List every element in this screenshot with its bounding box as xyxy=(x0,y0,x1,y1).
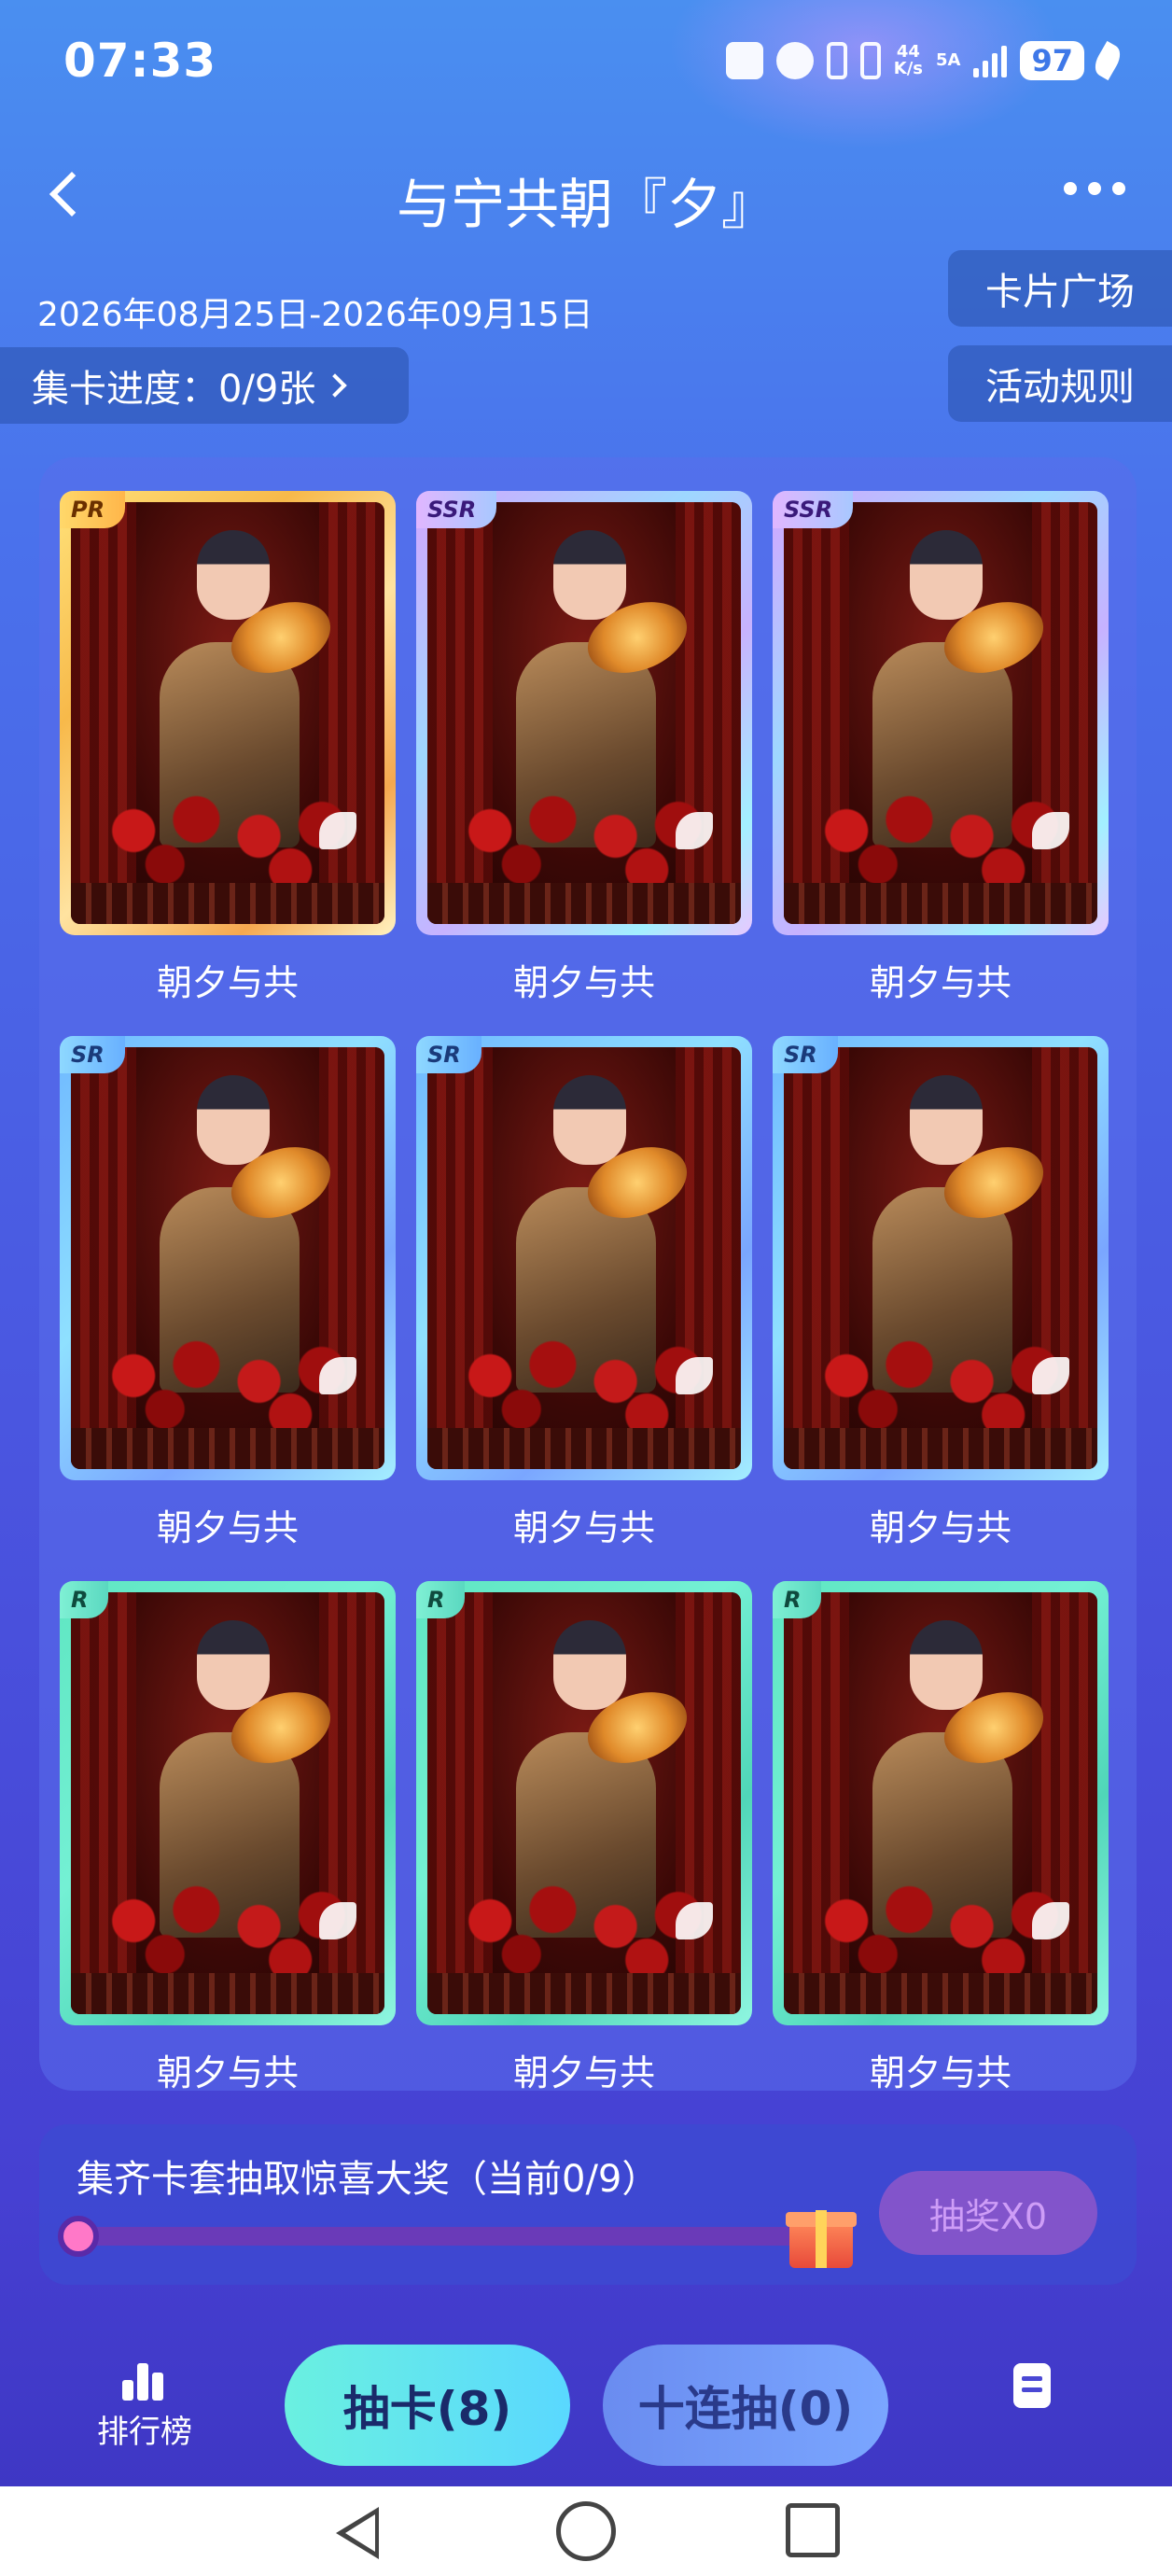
card-name: 朝夕与共 xyxy=(156,1507,299,1548)
activity-rules-button[interactable]: 活动规则 xyxy=(948,345,1172,422)
rarity-badge: R xyxy=(773,1581,822,1618)
card-item[interactable]: R 朝夕与共 xyxy=(773,1581,1109,2091)
card-item[interactable]: SSR 朝夕与共 xyxy=(773,491,1109,1005)
card-name: 朝夕与共 xyxy=(869,2052,1012,2091)
card-plaza-button[interactable]: 卡片广场 xyxy=(948,250,1172,327)
ranking-button[interactable]: 排行榜 xyxy=(84,2359,205,2452)
card-item[interactable]: R 朝夕与共 xyxy=(416,1581,752,2091)
card-frame: R xyxy=(773,1581,1109,2025)
lottery-button[interactable]: 抽奖X0 xyxy=(879,2171,1097,2255)
card-artwork xyxy=(71,1592,384,2014)
rarity-badge: R xyxy=(416,1581,466,1618)
rarity-badge: SR xyxy=(416,1036,481,1073)
event-date-range: 2026年08月25日-2026年09月15日 xyxy=(37,296,593,334)
prize-description: 集齐卡套抽取惊喜大奖（当前0/9） xyxy=(77,2158,660,2201)
card-frame: SR xyxy=(60,1036,396,1480)
collection-progress-button[interactable]: 集卡进度：0/9张 xyxy=(0,347,409,424)
card-item[interactable]: R 朝夕与共 xyxy=(60,1581,396,2091)
rarity-badge: R xyxy=(60,1581,109,1618)
card-item[interactable]: SR 朝夕与共 xyxy=(60,1036,396,1550)
card-frame: SSR xyxy=(416,491,752,935)
prize-progress-track xyxy=(77,2227,823,2246)
card-name: 朝夕与共 xyxy=(869,1507,1012,1548)
collection-progress-label: 集卡进度：0/9张 xyxy=(32,368,316,411)
card-artwork xyxy=(784,502,1097,924)
ranking-label: 排行榜 xyxy=(97,2414,192,2451)
signal-label: 5A xyxy=(936,50,961,70)
prize-progress-knob xyxy=(58,2216,99,2257)
card-grid-panel: PR 朝夕与共 SSR 朝夕与共 SSR 朝夕与共 SR 朝夕与共 SR 朝夕与共 SR 朝夕与共 R 朝… xyxy=(39,457,1137,2091)
card-artwork xyxy=(784,1592,1097,2014)
card-artwork xyxy=(71,1047,384,1469)
card-frame: SR xyxy=(773,1036,1109,1480)
card-item[interactable]: SSR 朝夕与共 xyxy=(416,491,752,1005)
card-name: 朝夕与共 xyxy=(512,962,655,1003)
document-icon[interactable] xyxy=(1013,2363,1051,2408)
card-artwork xyxy=(427,1592,741,2014)
card-item[interactable]: SR 朝夕与共 xyxy=(773,1036,1109,1550)
rarity-badge: SR xyxy=(773,1036,838,1073)
net-speed: 44 K/s xyxy=(894,44,923,77)
card-name: 朝夕与共 xyxy=(512,1507,655,1548)
chevron-right-icon xyxy=(323,373,348,398)
card-item[interactable]: SR 朝夕与共 xyxy=(416,1036,752,1550)
status-icons: 44 K/s 5A 97 xyxy=(725,40,1125,81)
card-artwork xyxy=(784,1047,1097,1469)
card-frame: R xyxy=(60,1581,396,2025)
rarity-badge: SSR xyxy=(773,491,854,528)
card-name: 朝夕与共 xyxy=(156,962,299,1003)
vibrate-icon xyxy=(859,42,881,79)
nfc-icon xyxy=(725,42,763,79)
card-frame: SSR xyxy=(773,491,1109,935)
card-frame: R xyxy=(416,1581,752,2025)
card-name: 朝夕与共 xyxy=(869,962,1012,1003)
status-bar: 07:33 44 K/s 5A 97 xyxy=(0,0,1172,131)
gift-icon xyxy=(786,2199,857,2268)
battery-indicator: 97 xyxy=(1020,41,1084,80)
alarm-icon xyxy=(775,42,814,79)
bluetooth-icon xyxy=(826,42,847,79)
nav-home-icon[interactable] xyxy=(556,2501,616,2561)
status-time: 07:33 xyxy=(63,34,217,88)
nav-back-icon[interactable] xyxy=(336,2507,379,2559)
rarity-badge: SR xyxy=(60,1036,125,1073)
card-artwork xyxy=(427,502,741,924)
card-artwork xyxy=(71,502,384,924)
card-frame: SR xyxy=(416,1036,752,1480)
card-item[interactable]: PR 朝夕与共 xyxy=(60,491,396,1005)
card-artwork xyxy=(427,1047,741,1469)
card-name: 朝夕与共 xyxy=(512,2052,655,2091)
page-title: 与宁共朝『夕』 xyxy=(396,173,775,236)
ranking-icon xyxy=(84,2359,205,2401)
card-name: 朝夕与共 xyxy=(156,2052,299,2091)
nav-recent-icon[interactable] xyxy=(786,2503,840,2557)
net-speed-unit: K/s xyxy=(893,59,923,78)
system-nav-bar xyxy=(0,2486,1172,2576)
eco-leaf-icon xyxy=(1090,40,1125,81)
rarity-badge: SSR xyxy=(416,491,497,528)
more-button[interactable] xyxy=(1054,173,1135,204)
ten-draw-button[interactable]: 十连抽(0) xyxy=(603,2345,888,2466)
card-frame: PR xyxy=(60,491,396,935)
rarity-badge: PR xyxy=(60,491,126,528)
draw-card-button[interactable]: 抽卡(8) xyxy=(285,2345,570,2466)
prize-section: 集齐卡套抽取惊喜大奖（当前0/9） 抽奖X0 xyxy=(39,2124,1137,2285)
more-icon xyxy=(1064,182,1077,195)
signal-icon xyxy=(973,44,1008,77)
